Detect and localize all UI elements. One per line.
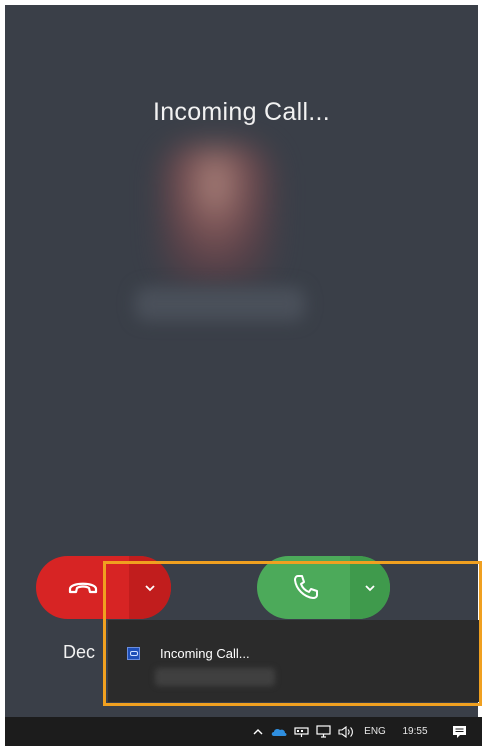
language-indicator[interactable]: ENG <box>360 717 390 746</box>
display-icon[interactable] <box>314 717 332 746</box>
phone-hangup-icon <box>68 582 98 594</box>
highlight-box <box>103 561 482 706</box>
network-icon[interactable] <box>292 717 310 746</box>
clock[interactable]: 19:55 <box>397 717 433 746</box>
caller-name-blurred <box>135 287 305 321</box>
call-status-title: Incoming Call... <box>152 98 331 126</box>
cloud-icon[interactable] <box>270 717 288 746</box>
taskbar: ENG 19:55 <box>5 717 482 746</box>
chevron-up-icon[interactable] <box>251 717 265 746</box>
volume-icon[interactable] <box>336 717 356 746</box>
action-center-icon[interactable] <box>447 717 471 746</box>
decline-label: Dec <box>63 642 96 662</box>
caller-avatar <box>160 145 275 285</box>
